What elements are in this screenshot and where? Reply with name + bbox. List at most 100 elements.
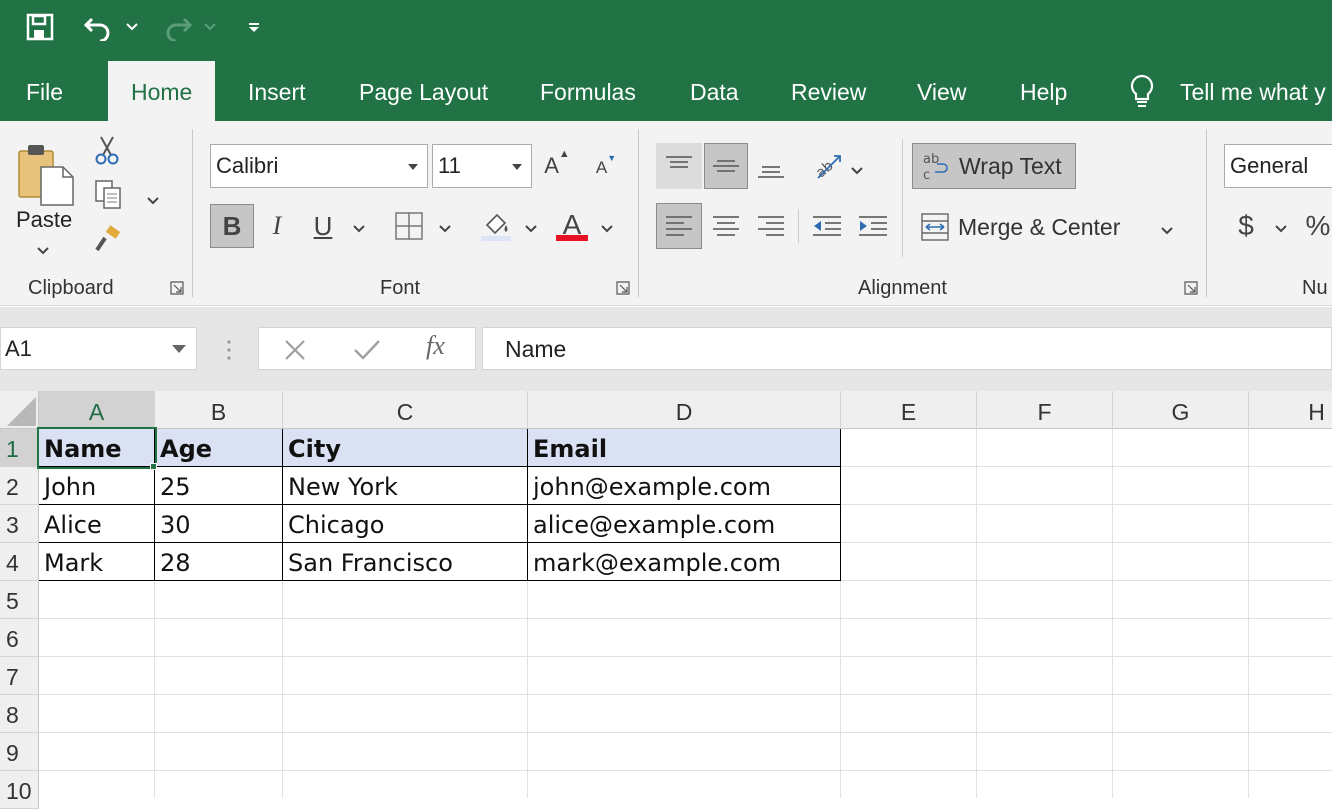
row-header-6[interactable]: 6 bbox=[0, 619, 39, 657]
increase-indent-icon[interactable] bbox=[854, 205, 892, 247]
cell-c2[interactable]: New York bbox=[283, 467, 528, 505]
cell-d3[interactable]: alice@example.com bbox=[528, 505, 841, 543]
fill-color-icon[interactable] bbox=[478, 207, 514, 245]
cell-c1[interactable]: City bbox=[283, 429, 528, 467]
number-format-combo[interactable]: General bbox=[1224, 144, 1332, 188]
cell-f3[interactable] bbox=[977, 505, 1113, 543]
tab-help[interactable]: Help bbox=[1020, 72, 1067, 112]
lightbulb-icon[interactable] bbox=[1128, 74, 1156, 113]
cell-c4[interactable]: San Francisco bbox=[283, 543, 528, 581]
cell-e2[interactable] bbox=[841, 467, 977, 505]
row-header-4[interactable]: 4 bbox=[0, 543, 39, 581]
column-header-c[interactable]: C bbox=[283, 391, 528, 429]
column-header-g[interactable]: G bbox=[1113, 391, 1249, 429]
cell-g1[interactable] bbox=[1113, 429, 1249, 467]
underline-dropdown-icon[interactable] bbox=[352, 221, 366, 239]
cell-g2[interactable] bbox=[1113, 467, 1249, 505]
font-color-dropdown-icon[interactable] bbox=[600, 221, 614, 239]
cell-d2[interactable]: john@example.com bbox=[528, 467, 841, 505]
name-box[interactable]: A1 bbox=[0, 327, 197, 370]
cell-e3[interactable] bbox=[841, 505, 977, 543]
top-align-icon[interactable] bbox=[656, 143, 702, 189]
align-right-icon[interactable] bbox=[752, 203, 790, 249]
cell-c3[interactable]: Chicago bbox=[283, 505, 528, 543]
row-header-8[interactable]: 8 bbox=[0, 695, 39, 733]
name-box-dropdown-icon[interactable] bbox=[172, 345, 186, 353]
undo-icon[interactable] bbox=[80, 8, 116, 46]
align-left-icon[interactable] bbox=[656, 203, 702, 249]
column-header-d[interactable]: D bbox=[528, 391, 841, 429]
merge-center-button[interactable]: Merge & Center bbox=[912, 205, 1162, 249]
cell-e4[interactable] bbox=[841, 543, 977, 581]
cell-b1[interactable]: Age bbox=[155, 429, 283, 467]
tab-insert[interactable]: Insert bbox=[248, 72, 306, 112]
tab-data[interactable]: Data bbox=[690, 72, 739, 112]
formula-input[interactable]: Name bbox=[482, 327, 1332, 370]
tab-page-layout[interactable]: Page Layout bbox=[359, 72, 488, 112]
empty-cells-area[interactable] bbox=[39, 581, 1332, 798]
decrease-font-size-icon[interactable]: A ▼ bbox=[594, 153, 618, 183]
row-header-2[interactable]: 2 bbox=[0, 467, 39, 505]
cell-h1[interactable] bbox=[1249, 429, 1332, 467]
row-header-3[interactable]: 3 bbox=[0, 505, 39, 543]
cell-e1[interactable] bbox=[841, 429, 977, 467]
row-header-5[interactable]: 5 bbox=[0, 581, 39, 619]
format-painter-icon[interactable] bbox=[92, 223, 124, 255]
font-name-dropdown-icon[interactable] bbox=[408, 164, 418, 170]
paste-dropdown-icon[interactable] bbox=[36, 243, 50, 261]
cell-h3[interactable] bbox=[1249, 505, 1332, 543]
insert-function-button[interactable]: fx bbox=[426, 331, 445, 361]
bottom-align-icon[interactable] bbox=[752, 143, 790, 189]
wrap-text-button[interactable]: ab c Wrap Text bbox=[912, 143, 1076, 189]
tab-home[interactable]: Home bbox=[108, 61, 216, 121]
font-name-combo[interactable]: Calibri bbox=[210, 144, 428, 188]
cell-f4[interactable] bbox=[977, 543, 1113, 581]
currency-dropdown-icon[interactable] bbox=[1274, 221, 1288, 239]
fill-handle[interactable] bbox=[150, 463, 157, 470]
cell-a4[interactable]: Mark bbox=[39, 543, 155, 581]
font-launcher-icon[interactable] bbox=[616, 281, 630, 295]
font-size-dropdown-icon[interactable] bbox=[512, 164, 522, 170]
formula-bar-grip-icon[interactable] bbox=[226, 339, 232, 366]
italic-button[interactable]: I bbox=[262, 204, 292, 248]
merge-center-dropdown-icon[interactable] bbox=[1160, 223, 1174, 241]
undo-dropdown-icon[interactable] bbox=[122, 8, 142, 46]
column-header-h[interactable]: H bbox=[1249, 391, 1332, 429]
cell-h4[interactable] bbox=[1249, 543, 1332, 581]
column-header-a[interactable]: A bbox=[39, 391, 155, 429]
tab-file[interactable]: File bbox=[26, 72, 63, 112]
cell-a3[interactable]: Alice bbox=[39, 505, 155, 543]
row-header-7[interactable]: 7 bbox=[0, 657, 39, 695]
alignment-launcher-icon[interactable] bbox=[1184, 281, 1198, 295]
cell-a2[interactable]: John bbox=[39, 467, 155, 505]
cell-h2[interactable] bbox=[1249, 467, 1332, 505]
orientation-icon[interactable]: ab bbox=[810, 147, 846, 185]
tab-formulas[interactable]: Formulas bbox=[540, 72, 636, 112]
copy-dropdown-icon[interactable] bbox=[146, 193, 160, 211]
enter-icon[interactable] bbox=[352, 337, 382, 368]
cell-d4[interactable]: mark@example.com bbox=[528, 543, 841, 581]
decrease-indent-icon[interactable] bbox=[808, 205, 846, 247]
save-icon[interactable] bbox=[22, 8, 58, 46]
cut-icon[interactable] bbox=[92, 133, 122, 167]
borders-dropdown-icon[interactable] bbox=[438, 221, 452, 239]
fill-color-dropdown-icon[interactable] bbox=[524, 221, 538, 239]
row-header-10[interactable]: 10 bbox=[0, 771, 39, 809]
underline-button[interactable]: U bbox=[306, 204, 340, 248]
cell-b2[interactable]: 25 bbox=[155, 467, 283, 505]
select-all-corner[interactable] bbox=[0, 391, 39, 429]
paste-icon[interactable] bbox=[14, 135, 78, 215]
cell-g4[interactable] bbox=[1113, 543, 1249, 581]
cell-g3[interactable] bbox=[1113, 505, 1249, 543]
tab-review[interactable]: Review bbox=[791, 72, 866, 112]
align-center-icon[interactable] bbox=[706, 203, 746, 249]
column-header-b[interactable]: B bbox=[155, 391, 283, 429]
percent-button[interactable]: % bbox=[1304, 207, 1332, 245]
middle-align-icon[interactable] bbox=[704, 143, 748, 189]
customize-qat-icon[interactable] bbox=[244, 8, 264, 46]
cell-b3[interactable]: 30 bbox=[155, 505, 283, 543]
cell-d1[interactable]: Email bbox=[528, 429, 841, 467]
cell-f2[interactable] bbox=[977, 467, 1113, 505]
tell-me-search[interactable]: Tell me what y bbox=[1180, 72, 1326, 112]
tab-view[interactable]: View bbox=[917, 72, 966, 112]
